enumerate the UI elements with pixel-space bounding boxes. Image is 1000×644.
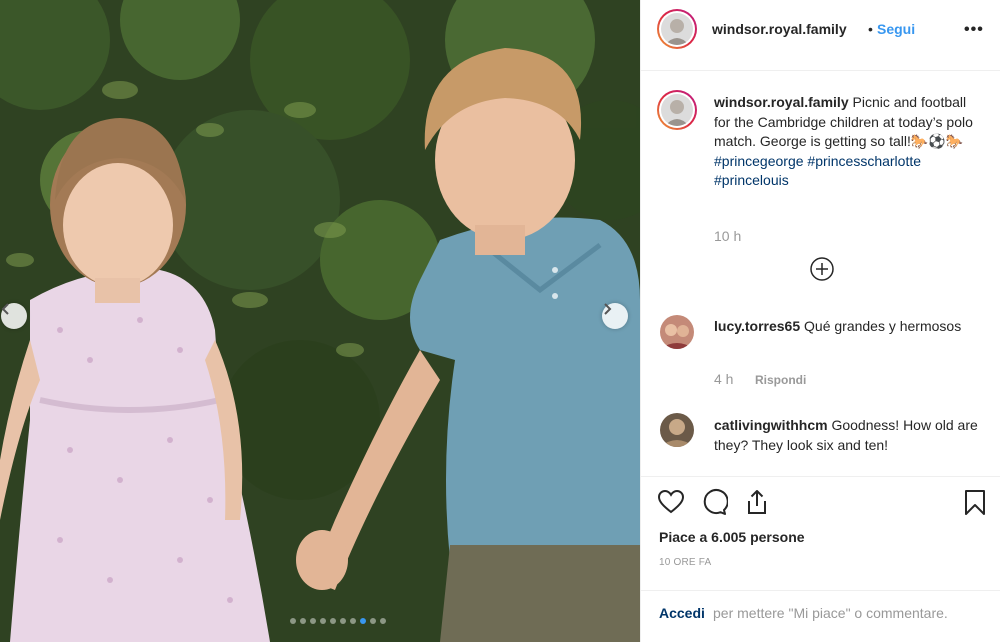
post-header: windsor.royal.family • Segui •••: [641, 0, 1000, 71]
carousel-dot: [370, 618, 376, 624]
comments-section: windsor.royal.family Picnic and football…: [641, 71, 1000, 476]
commenter-avatar[interactable]: [660, 413, 694, 447]
comment: catlivingwithhcm Goodness! How old are t…: [714, 415, 984, 455]
photo-image: [0, 0, 640, 642]
caption-timestamp[interactable]: 10 h: [714, 228, 741, 244]
carousel-dot: [360, 618, 366, 624]
more-options-button[interactable]: •••: [964, 21, 984, 39]
caption-username[interactable]: windsor.royal.family: [714, 94, 849, 110]
carousel-dot: [320, 618, 326, 624]
login-prompt: Accedi per mettere "Mi piace" o commenta…: [641, 590, 1000, 644]
comment-timestamp[interactable]: 4 h: [714, 371, 733, 387]
author-avatar[interactable]: [657, 9, 697, 49]
caption: windsor.royal.family Picnic and football…: [714, 93, 974, 191]
post-photo[interactable]: [0, 0, 640, 642]
next-slide-button[interactable]: [602, 303, 628, 329]
post-sidebar: windsor.royal.family • Segui ••• windsor…: [640, 0, 1000, 642]
author-username[interactable]: windsor.royal.family: [712, 21, 847, 37]
commenter-avatar[interactable]: [660, 315, 694, 349]
login-prompt-text: per mettere "Mi piace" o commentare.: [713, 605, 948, 621]
reply-button[interactable]: Rispondi: [755, 373, 806, 387]
hashtag-link[interactable]: #princelouis: [714, 172, 789, 188]
author-avatar-image: [661, 13, 693, 45]
carousel-dot: [310, 618, 316, 624]
comment-icon[interactable]: [700, 488, 728, 516]
share-icon[interactable]: [743, 488, 771, 516]
previous-slide-button[interactable]: [1, 303, 27, 329]
carousel-dot: [330, 618, 336, 624]
carousel-indicator: [290, 618, 386, 624]
bookmark-icon[interactable]: [961, 488, 989, 516]
follow-button[interactable]: Segui: [877, 21, 915, 37]
comment-username[interactable]: catlivingwithhcm: [714, 417, 828, 433]
carousel-dot: [380, 618, 386, 624]
carousel-dot: [340, 618, 346, 624]
post-timestamp[interactable]: 10 ORE FA: [659, 557, 711, 568]
hashtag-link[interactable]: #princegeorge: [714, 153, 804, 169]
comment-body: Qué grandes y hermosos: [804, 318, 962, 334]
heart-icon[interactable]: [657, 488, 685, 516]
carousel-dot: [350, 618, 356, 624]
post-actions: Piace a 6.005 persone 10 ORE FA Accedi p…: [641, 476, 1000, 643]
caption-avatar-image: [661, 94, 693, 126]
comment-username[interactable]: lucy.torres65: [714, 318, 800, 334]
chevron-right-icon: [604, 303, 612, 315]
likes-count[interactable]: Piace a 6.005 persone: [659, 529, 805, 545]
separator-dot: •: [868, 21, 873, 37]
login-link[interactable]: Accedi: [659, 605, 705, 621]
plus-circle-icon[interactable]: [810, 257, 834, 281]
caption-author-avatar[interactable]: [657, 90, 697, 130]
comment: lucy.torres65 Qué grandes y hermosos: [714, 316, 984, 336]
chevron-left-icon: [1, 303, 9, 315]
carousel-dot: [300, 618, 306, 624]
hashtag-link[interactable]: #princesscharlotte: [807, 153, 921, 169]
carousel-dot: [290, 618, 296, 624]
